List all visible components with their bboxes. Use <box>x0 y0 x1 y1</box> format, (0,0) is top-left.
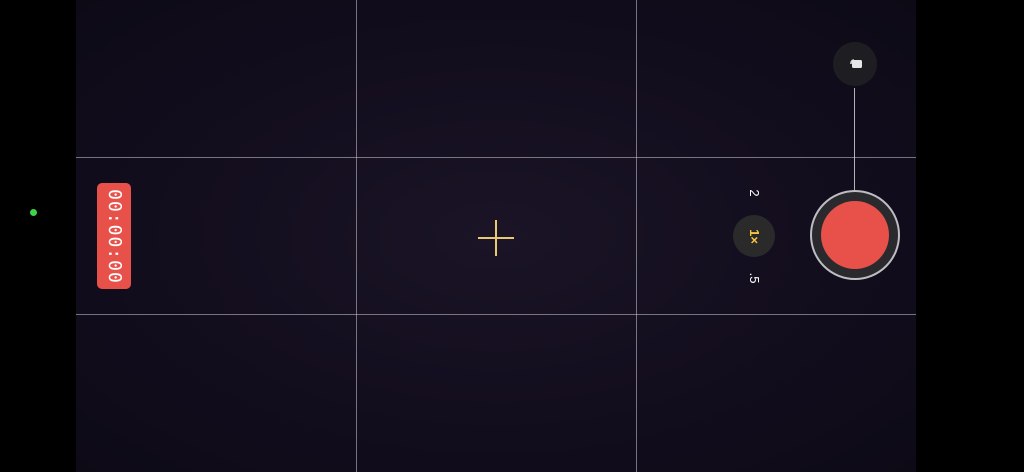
grid-line-horizontal-top <box>76 157 916 158</box>
zoom-option-2x[interactable]: 2 <box>746 183 762 203</box>
zoom-selected-label: 1× <box>746 228 762 244</box>
record-stop-button[interactable] <box>810 190 900 280</box>
lock-connector-line <box>854 88 855 192</box>
grid-line-vertical-left <box>356 0 357 472</box>
grid-line-vertical-right <box>636 0 637 472</box>
zoom-option-0-5x[interactable]: .5 <box>746 268 762 288</box>
focus-crosshair-icon <box>478 220 514 256</box>
camera-screen: 00:00:00 2 1× .5 <box>0 0 1024 472</box>
record-lock-button[interactable] <box>833 42 877 86</box>
recording-timer: 00:00:00 <box>103 188 125 284</box>
lock-icon <box>850 59 862 68</box>
grid-line-horizontal-bottom <box>76 314 916 315</box>
zoom-option-1x-selected[interactable]: 1× <box>733 215 775 257</box>
status-indicator-dot <box>30 209 37 216</box>
record-button-inner <box>821 201 889 269</box>
recording-timer-badge: 00:00:00 <box>97 183 131 289</box>
